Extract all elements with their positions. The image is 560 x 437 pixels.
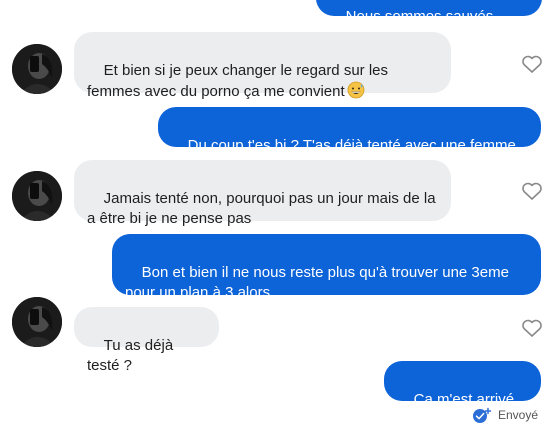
message-outgoing[interactable]: Du coup t'es bi ? T'as déjà tenté avec u… <box>158 107 541 174</box>
delivery-status: Envoyé <box>472 407 538 423</box>
avatar[interactable] <box>12 171 62 221</box>
avatar-photo <box>12 171 62 221</box>
message-incoming[interactable]: Jamais tenté non, pourquoi pas un jour m… <box>74 160 451 227</box>
like-heart-icon[interactable] <box>521 181 543 201</box>
avatar[interactable] <box>12 44 62 94</box>
sent-check-icon <box>472 407 492 423</box>
avatar-photo <box>12 44 62 94</box>
message-incoming[interactable]: Et bien si je peux changer le regard sur… <box>74 32 451 100</box>
chat-thread: Nous sommes sauvés alors ? Et bien si je… <box>0 0 560 437</box>
message-text: Bon et bien il ne nous reste plus qu'à t… <box>125 264 509 301</box>
message-outgoing[interactable]: Ca m'est arrivé oui <box>384 361 541 428</box>
message-outgoing[interactable]: Nous sommes sauvés alors ? <box>316 0 542 45</box>
message-text: Jamais tenté non, pourquoi pas un jour m… <box>87 190 436 227</box>
like-heart-icon[interactable] <box>521 318 543 338</box>
message-incoming[interactable]: Tu as déjà testé ? <box>74 307 219 374</box>
avatar[interactable] <box>12 297 62 347</box>
grinning-sweat-emoji-icon <box>347 81 365 99</box>
status-label: Envoyé <box>497 408 538 422</box>
avatar-photo <box>12 297 62 347</box>
like-heart-icon[interactable] <box>521 54 543 74</box>
message-outgoing[interactable]: Bon et bien il ne nous reste plus qu'à t… <box>112 234 541 301</box>
message-text: Tu as déjà testé ? <box>87 337 178 374</box>
message-text: Et bien si je peux changer le regard sur… <box>87 62 388 100</box>
